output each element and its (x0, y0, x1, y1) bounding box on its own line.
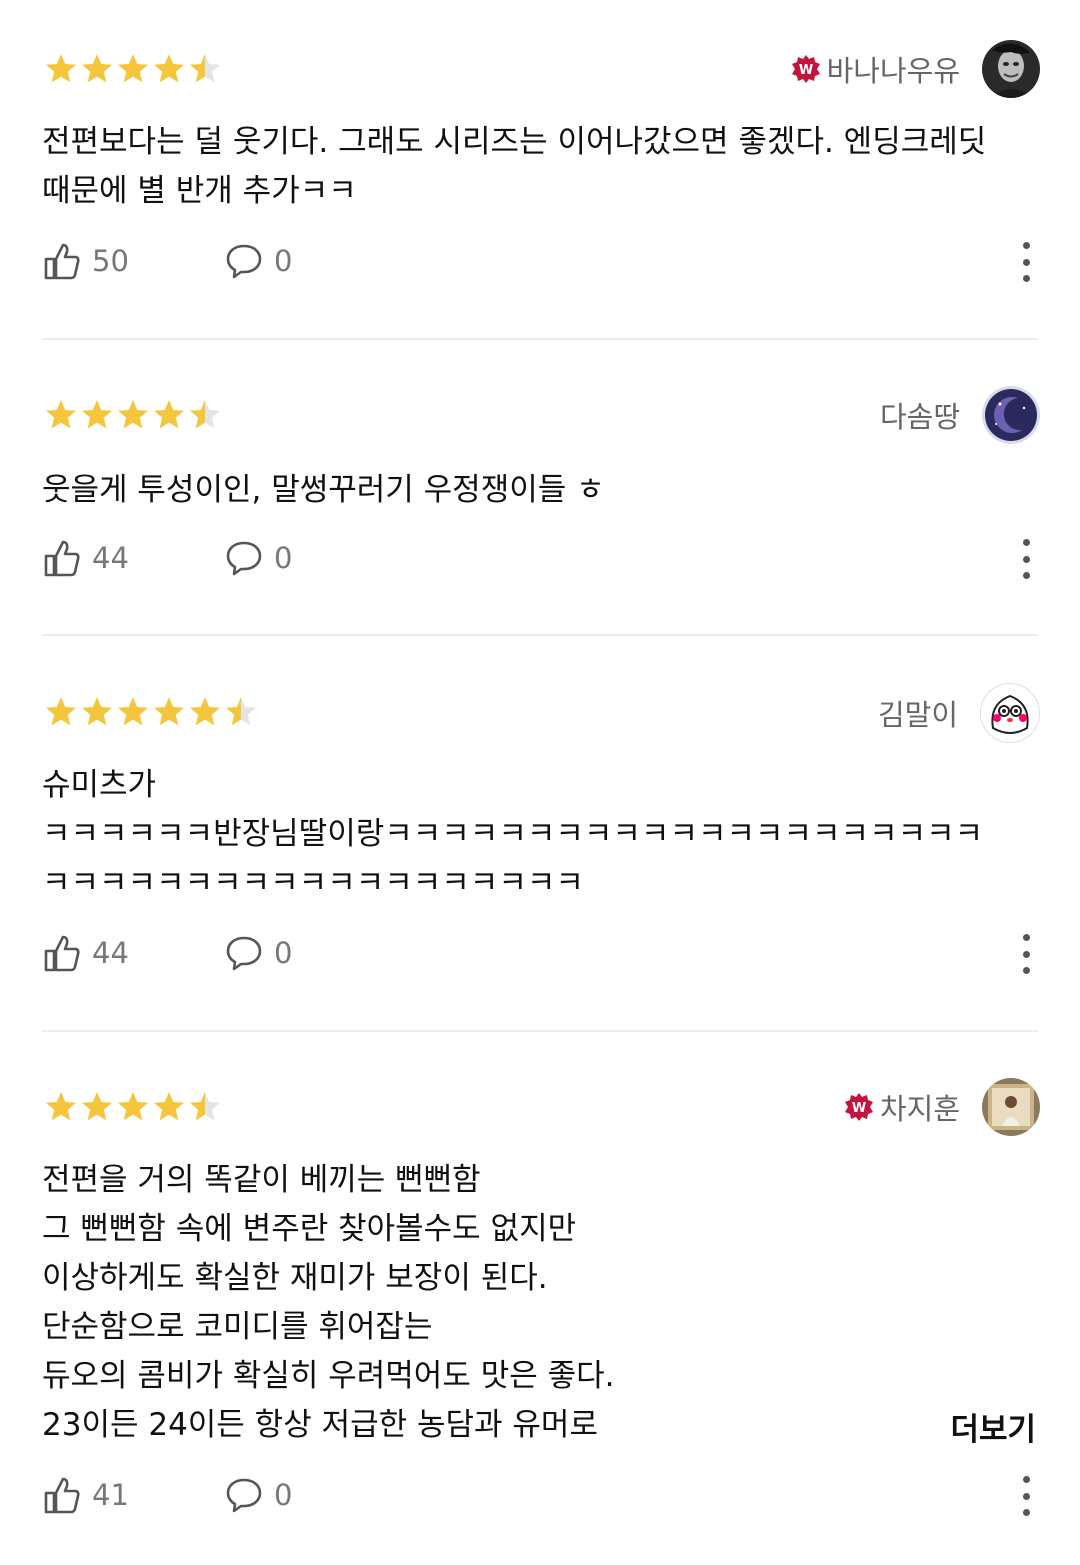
star-icon (154, 54, 184, 83)
review-actions: 41 0 (44, 1476, 1040, 1516)
divider (42, 1030, 1038, 1032)
like-count: 44 (92, 541, 129, 575)
star-icon (154, 697, 184, 726)
star-icon (154, 1092, 184, 1121)
comment-button[interactable]: 0 (226, 1476, 292, 1514)
comment-count: 0 (274, 936, 293, 970)
avatar[interactable] (982, 40, 1040, 98)
svg-text:W: W (852, 1101, 866, 1116)
like-button[interactable]: 50 (44, 242, 129, 280)
star-icon (190, 400, 220, 429)
avatar[interactable] (982, 386, 1040, 444)
review-text: 전편을 거의 똑같이 베끼는 뻔뻔함 그 뻔뻔함 속에 변주란 찾아볼수도 없지… (42, 1162, 615, 1443)
thumbs-up-icon (44, 243, 80, 280)
like-button[interactable]: 44 (44, 934, 129, 972)
comment-button[interactable]: 0 (226, 934, 292, 972)
thumbs-up-icon (44, 935, 80, 972)
review-text: 전편보다는 덜 웃기다. 그래도 시리즈는 이어나갔으면 좋겠다. 엔딩크레딧 … (42, 124, 987, 209)
reviewer[interactable]: W 바나나우유 (791, 40, 1040, 98)
verified-badge-icon: W (791, 55, 820, 83)
reviewer[interactable]: 김말이 (878, 683, 1040, 743)
star-rating (44, 695, 258, 729)
like-count: 44 (92, 936, 129, 970)
thumbs-up-icon (44, 540, 80, 577)
star-icon (82, 400, 112, 429)
more-link[interactable]: 더보기 (950, 1404, 1036, 1449)
star-icon (118, 1092, 148, 1121)
more-options-icon[interactable] (1016, 242, 1036, 282)
star-rating (44, 1090, 222, 1124)
comment-icon (226, 244, 262, 279)
reviewer-name[interactable]: 김말이 (878, 692, 958, 734)
star-icon (190, 1092, 220, 1121)
like-button[interactable]: 44 (44, 539, 129, 577)
star-rating (44, 52, 222, 86)
more-options-icon[interactable] (1016, 539, 1036, 579)
star-icon (118, 54, 148, 83)
comment-icon (226, 541, 262, 576)
review-actions: 50 0 (44, 242, 1040, 282)
more-options-icon[interactable] (1016, 934, 1036, 974)
comment-icon (226, 936, 262, 971)
reviewer-name[interactable]: 차지훈 (880, 1086, 960, 1128)
reviewer[interactable]: 다솜땅 (880, 386, 1040, 444)
more-options-icon[interactable] (1016, 1476, 1036, 1516)
avatar[interactable] (982, 1078, 1040, 1136)
comment-count: 0 (274, 541, 293, 575)
like-button[interactable]: 41 (44, 1476, 129, 1514)
reviewer-name[interactable]: 다솜땅 (880, 394, 960, 436)
divider (42, 634, 1038, 636)
comment-count: 0 (274, 244, 293, 278)
review-actions: 44 0 (44, 934, 1040, 974)
reviewer-name[interactable]: 바나나우유 (827, 48, 960, 90)
star-icon (46, 697, 76, 726)
star-icon (190, 54, 220, 83)
star-icon (82, 1092, 112, 1121)
star-icon (190, 697, 220, 726)
divider (42, 338, 1038, 340)
star-icon (154, 400, 184, 429)
comment-button[interactable]: 0 (226, 539, 292, 577)
reviewer[interactable]: W 차지훈 (844, 1078, 1040, 1136)
review-text: 슈미츠가 ㅋㅋㅋㅋㅋㅋ반장님딸이랑ㅋㅋㅋㅋㅋㅋㅋㅋㅋㅋㅋㅋㅋㅋㅋㅋㅋㅋㅋㅋㅋ ㅋ… (42, 767, 984, 901)
star-icon (46, 54, 76, 83)
star-icon (118, 697, 148, 726)
avatar[interactable] (980, 683, 1040, 743)
like-count: 50 (92, 244, 129, 278)
comment-icon (226, 1478, 262, 1513)
star-icon (46, 1092, 76, 1121)
star-icon (82, 697, 112, 726)
star-icon (118, 400, 148, 429)
thumbs-up-icon (44, 1477, 80, 1514)
comment-count: 0 (274, 1478, 293, 1512)
review-actions: 44 0 (44, 539, 1040, 579)
star-rating (44, 398, 222, 432)
star-icon (82, 54, 112, 83)
review-text: 웃을게 투성이인, 말썽꾸러기 우정쟁이들 ㅎ (42, 472, 605, 508)
verified-badge-icon: W (844, 1093, 873, 1121)
svg-text:W: W (798, 63, 812, 78)
star-icon (226, 697, 256, 726)
star-icon (46, 400, 76, 429)
comment-button[interactable]: 0 (226, 242, 292, 280)
like-count: 41 (92, 1478, 129, 1512)
